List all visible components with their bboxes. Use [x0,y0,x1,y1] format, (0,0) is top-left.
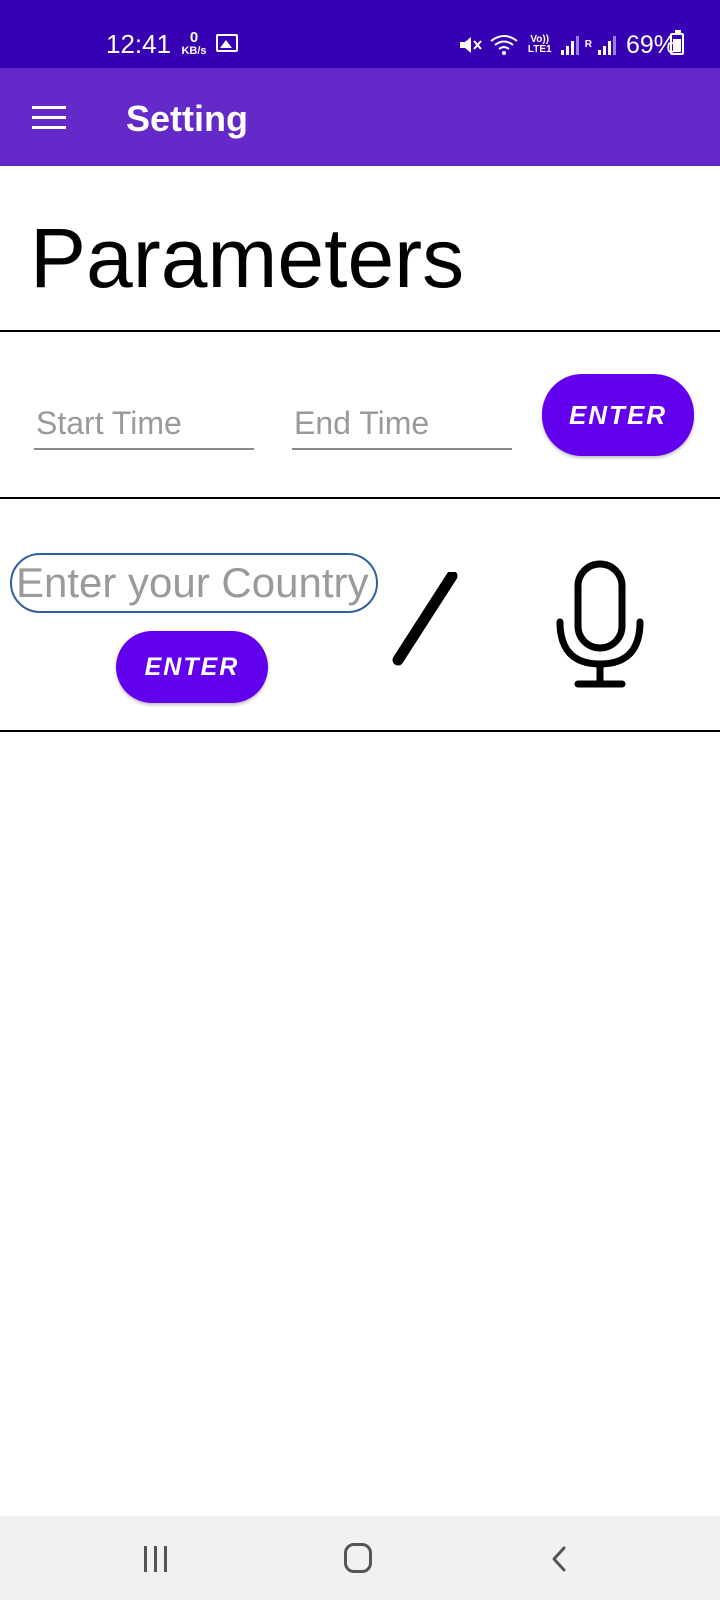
time-enter-button[interactable]: ENTER [542,374,694,456]
lte-badge: Vo)) LTE1 [527,34,552,55]
system-nav-bar [0,1516,720,1600]
network-speed-value: 0 [189,29,199,46]
status-bar: 12:41 0 KB/s Vo)) LTE1 R 69% [0,0,720,68]
network-speed: 0 KB/s [180,30,208,57]
page-title: Parameters [30,211,465,305]
microphone-icon[interactable] [556,560,646,692]
divider-bottom [0,730,720,732]
country-enter-button[interactable]: ENTER [116,631,268,703]
country-input[interactable] [10,553,378,613]
battery-icon [670,30,684,55]
home-icon[interactable] [344,1543,372,1573]
menu-icon[interactable] [32,106,66,130]
mute-icon [459,37,482,53]
status-time: 12:41 [106,29,172,59]
end-time-input[interactable] [292,398,512,450]
signal-icon-2 [597,35,616,55]
status-icons: Vo)) LTE1 R 69% [457,30,676,60]
start-time-input[interactable] [34,398,254,450]
signal-icon [560,35,579,55]
pen-icon[interactable] [390,572,470,682]
roaming-badge: R [584,39,592,50]
app-title: Setting [126,98,248,139]
gallery-icon [216,34,238,52]
back-icon[interactable] [548,1544,572,1574]
recent-apps-icon[interactable] [142,1546,170,1572]
wifi-icon [490,35,518,55]
divider-top [0,330,720,332]
network-speed-unit: KB/s [181,45,207,57]
divider-middle [0,497,720,499]
battery-percent: 69% [625,31,676,59]
app-bar: Setting [0,68,720,166]
